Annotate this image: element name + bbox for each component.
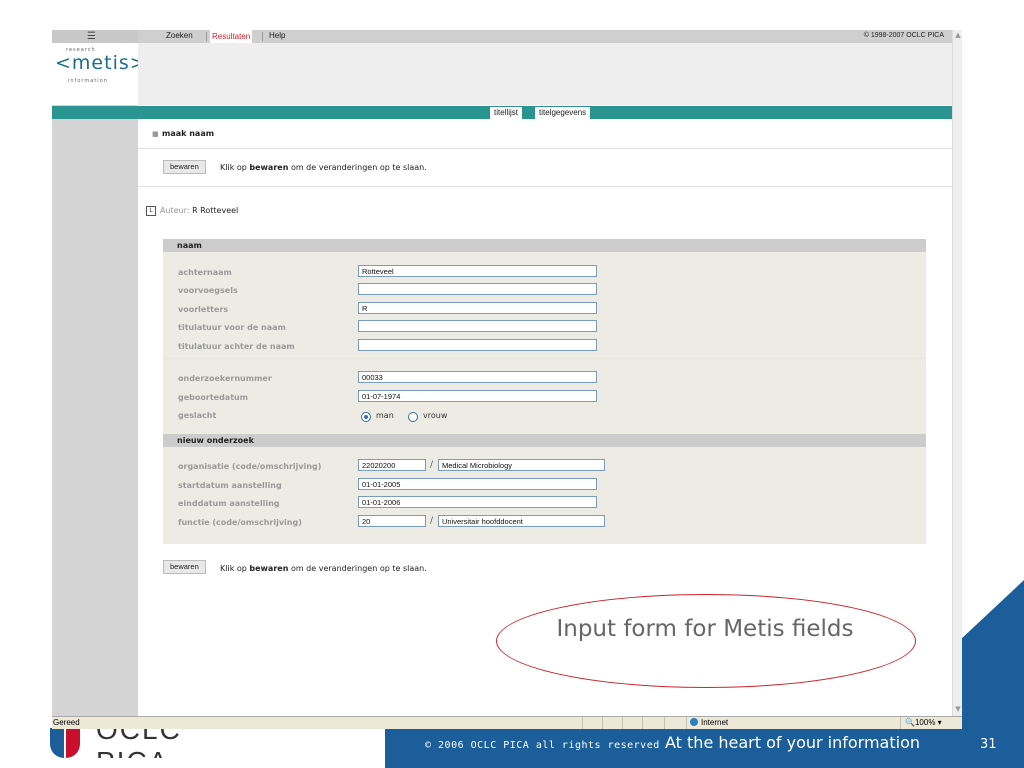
author-line: Auteur: R Rotteveel — [160, 206, 238, 215]
status-text: Gereed — [53, 718, 80, 727]
status-pane — [622, 717, 643, 729]
vertical-scrollbar[interactable]: ▲ ▼ — [952, 30, 962, 716]
radio-label-vrouw: vrouw — [423, 411, 448, 420]
status-pane — [664, 717, 687, 729]
voorvoegsels-input[interactable] — [358, 283, 597, 295]
scroll-up-icon[interactable]: ▲ — [953, 30, 962, 40]
label-voorvoegsels: voorvoegsels — [178, 286, 238, 295]
security-zone: Internet — [686, 717, 728, 729]
startdatum-input[interactable]: 01-01-2005 — [358, 478, 597, 490]
label-achternaam: achternaam — [178, 268, 232, 277]
nav-separator — [206, 32, 207, 41]
save-hint-prefix: Klik op — [220, 163, 247, 172]
logo-subtext-bottom: information — [68, 78, 108, 84]
status-pane — [602, 717, 623, 729]
divider — [138, 148, 952, 149]
nav-zoeken[interactable]: Zoeken — [166, 31, 193, 40]
label-startdatum: startdatum aanstelling — [178, 481, 282, 490]
save-hint-top: Klik op bewaren om de veranderingen op t… — [220, 163, 427, 172]
metis-logo: <metis> — [55, 52, 147, 74]
titulatuur-achter-input[interactable] — [358, 339, 597, 351]
header-area — [138, 43, 952, 105]
menu-icon[interactable]: ☰ — [87, 32, 96, 42]
functie-description-input[interactable]: Universitair hoofddocent — [438, 515, 605, 527]
save-hint-bold: bewaren — [249, 163, 289, 172]
label-titulatuur-voor: titulatuur voor de naam — [178, 323, 286, 332]
slash-separator: / — [430, 516, 434, 526]
titulatuur-voor-input[interactable] — [358, 320, 597, 332]
label-organisatie: organisatie (code/omschrijving) — [178, 462, 322, 471]
section-header-naam: naam — [163, 239, 926, 252]
browser-status-bar: Gereed Internet 🔍100% ▾ — [52, 716, 962, 729]
author-label: Auteur: — [160, 206, 190, 215]
tab-titellijst[interactable]: titellijst — [490, 107, 523, 119]
radio-selected-dot — [364, 415, 368, 419]
save-hint-prefix: Klik op — [220, 564, 247, 573]
functie-code-input[interactable]: 20 — [358, 515, 426, 527]
label-onderzoekernummer: onderzoekernummer — [178, 374, 272, 383]
oclc-logo-mark — [50, 728, 80, 758]
status-pane — [642, 717, 665, 729]
achternaam-input[interactable]: Rotteveel — [358, 265, 597, 277]
status-pane — [582, 717, 603, 729]
label-titulatuur-achter: titulatuur achter de naam — [178, 342, 295, 351]
oclc-logo-text: OCLC PICA — [96, 728, 182, 758]
label-geboortedatum: geboortedatum — [178, 393, 249, 402]
label-functie: functie (code/omschrijving) — [178, 518, 302, 527]
oclc-pica-logo: OCLC PICA — [50, 728, 250, 758]
slide-number: 31 — [980, 737, 997, 752]
section-header-onderzoek: nieuw onderzoek — [163, 434, 926, 447]
organisatie-description-input[interactable]: Medical Microbiology — [438, 459, 605, 471]
save-hint-suffix: om de veranderingen op te slaan. — [290, 163, 427, 172]
save-hint-bold: bewaren — [249, 564, 289, 573]
form-divider — [163, 358, 926, 359]
page-title: maak naam — [162, 129, 215, 138]
save-button-bottom[interactable]: bewaren — [163, 560, 206, 574]
nav-separator — [262, 32, 263, 41]
label-einddatum: einddatum aanstelling — [178, 499, 280, 508]
author-record-icon: L — [146, 206, 156, 216]
footer-copyright: © 2006 OCLC PICA all rights reserved — [425, 740, 660, 751]
radio-label-man: man — [376, 411, 394, 420]
geboortedatum-input[interactable]: 01-07-1974 — [358, 390, 597, 402]
left-column — [52, 30, 138, 716]
divider — [138, 186, 952, 187]
chevron-down-icon[interactable]: ▾ — [935, 718, 942, 727]
footer-tagline: At the heart of your information — [665, 733, 921, 752]
author-name: R Rotteveel — [192, 206, 239, 215]
radio-man[interactable] — [361, 412, 371, 422]
zoom-control[interactable]: 🔍100% ▾ — [900, 717, 942, 729]
bullet-icon: ■ — [152, 130, 159, 138]
save-hint-bottom: Klik op bewaren om de veranderingen op t… — [220, 564, 427, 573]
radio-vrouw[interactable] — [408, 412, 418, 422]
onderzoekernummer-input[interactable]: 00033 — [358, 371, 597, 383]
label-geslacht: geslacht — [178, 411, 217, 420]
voorletters-input[interactable]: R — [358, 302, 597, 314]
slash-separator: / — [430, 460, 434, 470]
tab-titelgegevens[interactable]: titelgegevens — [535, 107, 591, 119]
save-hint-suffix: om de veranderingen op te slaan. — [290, 564, 427, 573]
nav-help[interactable]: Help — [269, 31, 285, 40]
zone-label: Internet — [701, 718, 729, 727]
label-voorletters: voorletters — [178, 305, 229, 314]
scroll-down-icon[interactable]: ▼ — [953, 704, 962, 714]
zoom-level: 100% — [914, 718, 936, 727]
einddatum-input[interactable]: 01-01-2006 — [358, 496, 597, 508]
slide-corner-decoration — [960, 580, 1024, 730]
nav-resultaten[interactable]: Resultaten — [210, 30, 253, 43]
callout-text: Input form for Metis fields — [556, 616, 854, 642]
save-button-top[interactable]: bewaren — [163, 160, 206, 174]
organisatie-code-input[interactable]: 22020200 — [358, 459, 426, 471]
app-copyright: © 1998-2007 OCLC PICA — [863, 32, 944, 39]
globe-icon — [690, 718, 698, 726]
top-navigation: Zoeken Resultaten Help © 1998-2007 OCLC … — [138, 30, 952, 43]
magnifier-icon: 🔍 — [905, 718, 915, 727]
